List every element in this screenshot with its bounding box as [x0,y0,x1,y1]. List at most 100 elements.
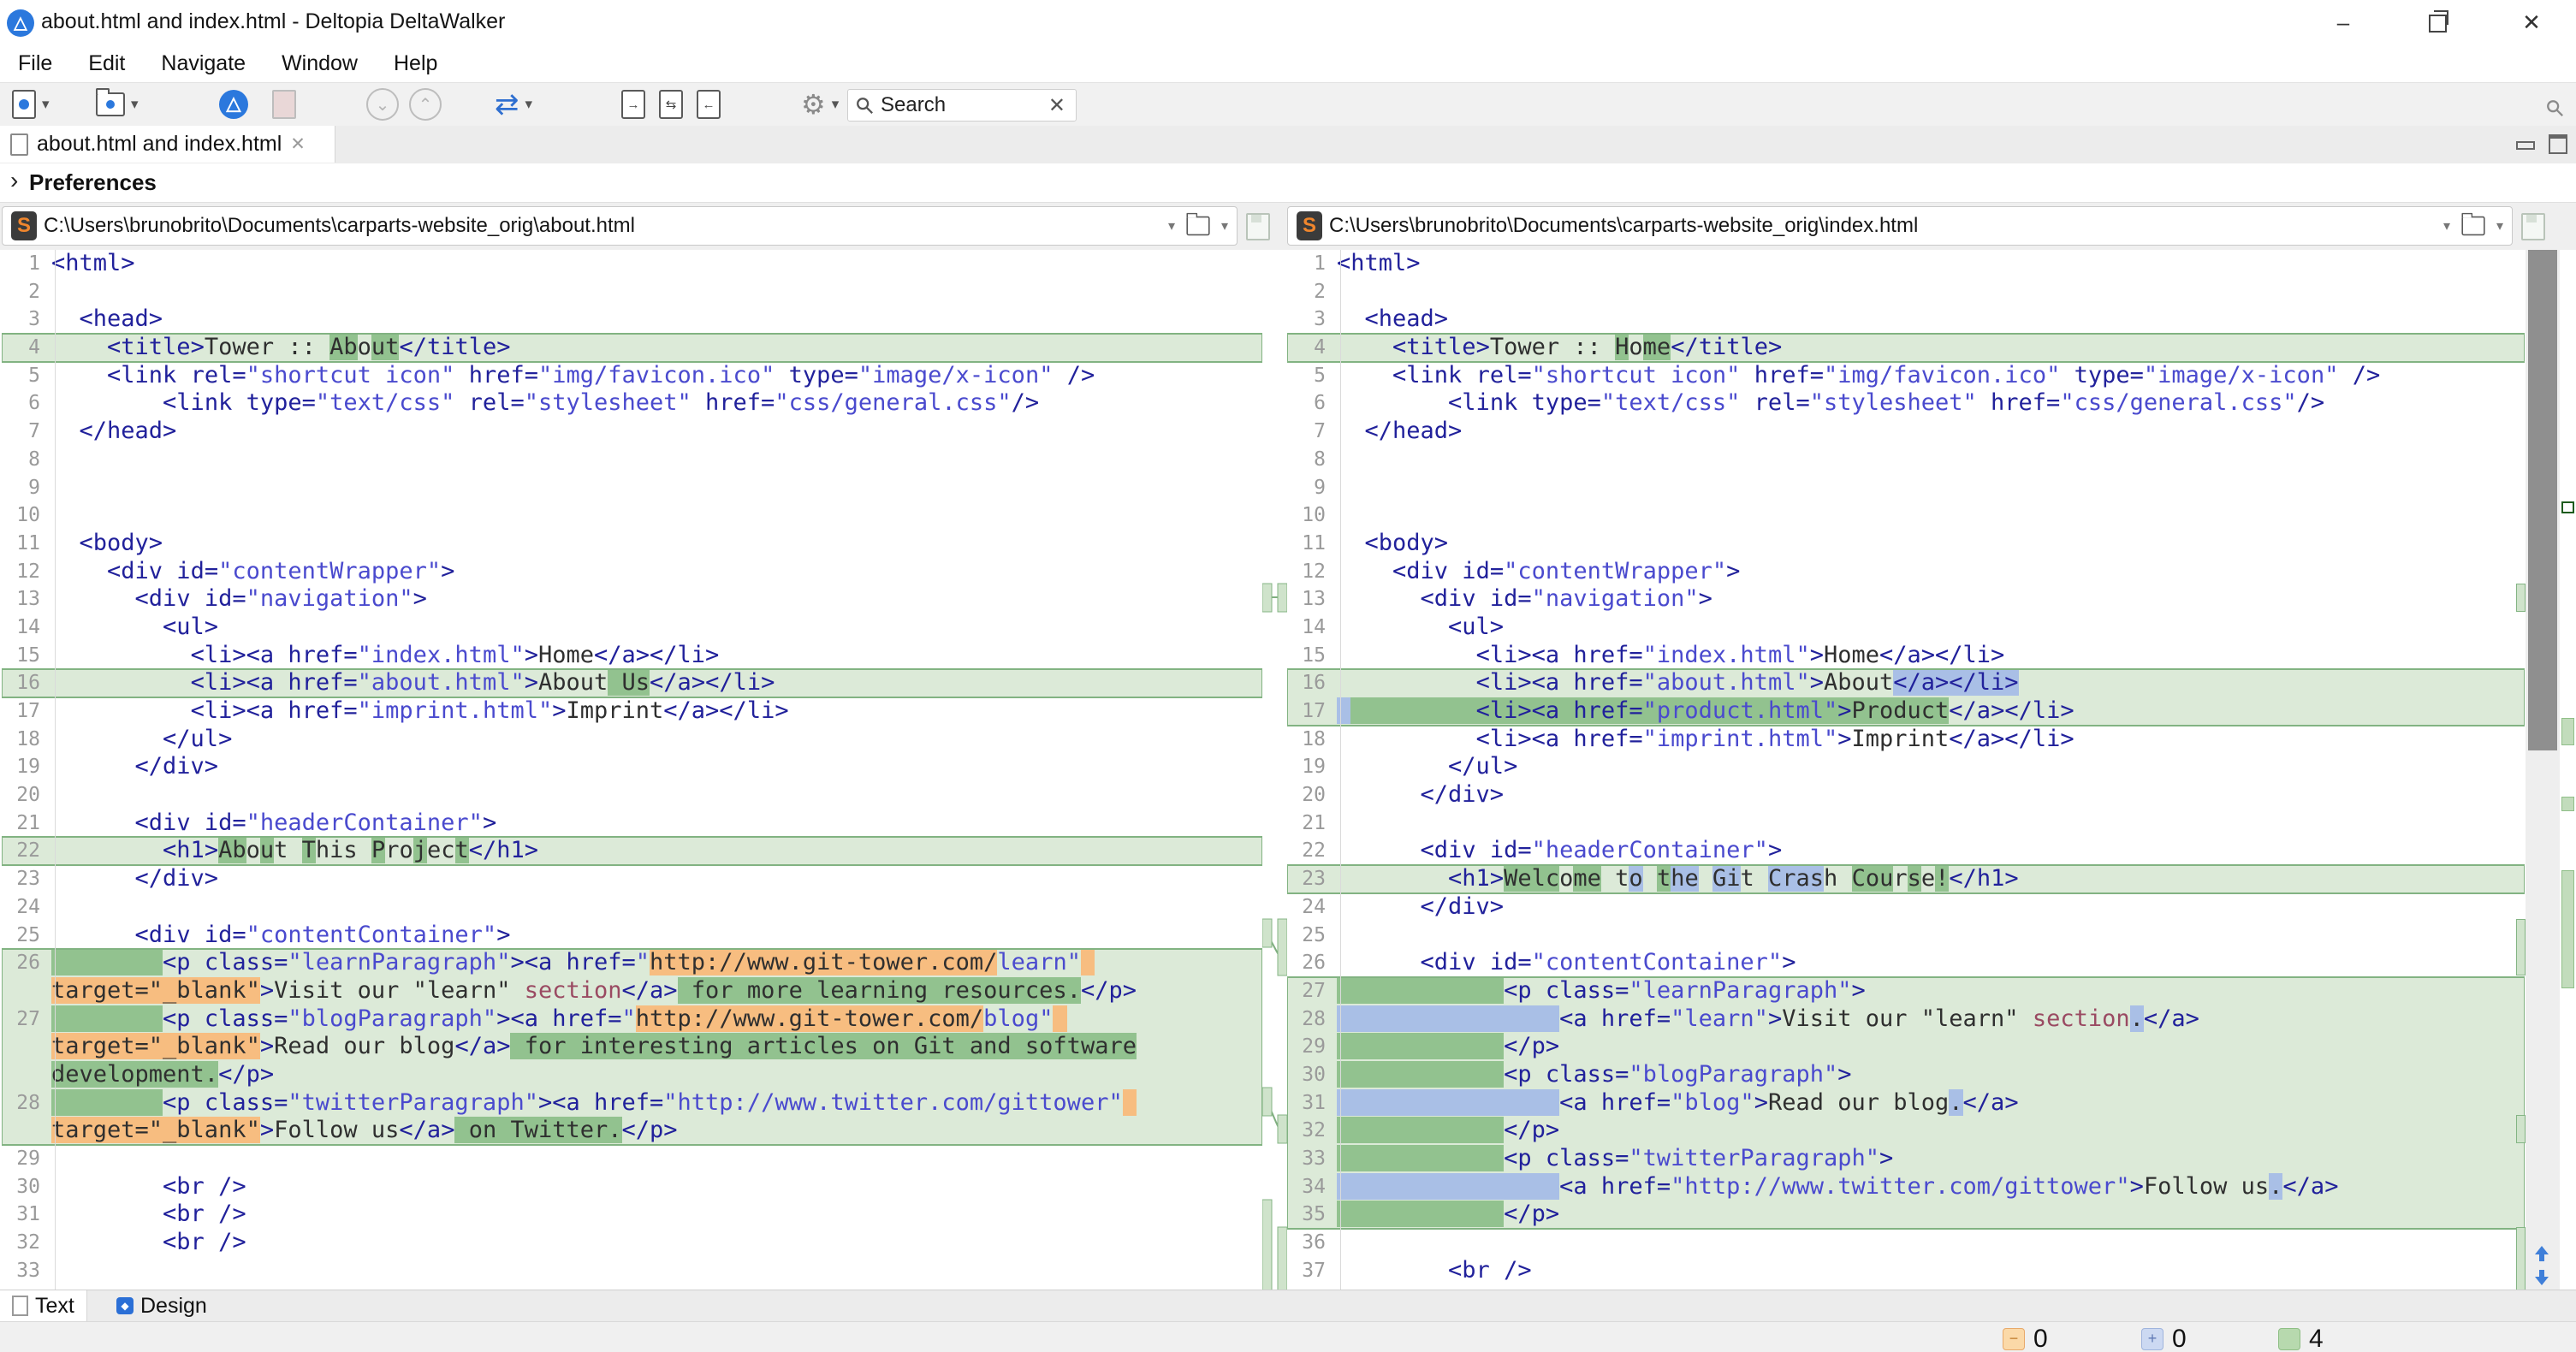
code-line[interactable]: 13 <div id="navigation"> [2,585,1262,614]
code-line[interactable]: 28 <a href="learn">Visit our "learn" sec… [1287,1005,2525,1034]
code-line[interactable]: 22 <h1>About This Project</h1> [2,837,1262,865]
left-file-header[interactable]: S C:\Users\brunobrito\Documents\carparts… [2,206,1238,246]
code-line[interactable]: 6 <link type="text/css" rel="stylesheet"… [1287,389,2525,418]
code-line[interactable]: 9 [2,474,1262,502]
overview-marker[interactable] [2561,718,2574,745]
change-block[interactable]: 27 <p class="learnParagraph">28 <a href=… [1287,977,2525,1229]
code-line[interactable]: 37 <br /> [1287,1257,2525,1285]
code-line[interactable]: target="_blank">Read our blog</a> for in… [2,1033,1262,1061]
code-line[interactable]: 26 <div id="contentContainer"> [1287,949,2525,977]
code-line[interactable]: 33 [2,1257,1262,1285]
code-line[interactable]: 18 </ul> [2,726,1262,754]
code-line[interactable]: 30 <p class="blogParagraph"> [1287,1061,2525,1089]
chevron-down-icon[interactable]: ▾ [1168,217,1175,234]
code-line[interactable]: 19 </div> [2,753,1262,781]
code-line[interactable]: 3 <head> [2,305,1262,334]
code-line[interactable]: 31 <br /> [2,1201,1262,1229]
preferences-label[interactable]: Preferences [29,169,157,196]
code-line[interactable]: 24 </div> [1287,893,2525,922]
code-line[interactable]: 2 [2,278,1262,306]
code-line[interactable]: 20 </div> [1287,781,2525,809]
code-line[interactable]: 5 <link rel="shortcut icon" href="img/fa… [2,362,1262,390]
merge-right-button[interactable]: → [621,88,645,121]
code-line[interactable]: 13 <div id="navigation"> [1287,585,2525,614]
code-line[interactable]: 14 <ul> [2,614,1262,642]
code-line[interactable]: target="_blank">Visit our "learn" sectio… [2,977,1262,1005]
menu-item-file[interactable]: File [0,44,70,83]
overview-marker[interactable] [2561,870,2574,988]
menu-item-navigate[interactable]: Navigate [143,44,264,83]
code-line[interactable]: 24 [2,893,1262,922]
code-line[interactable]: 10 [2,501,1262,530]
code-line[interactable]: 33 <p class="twitterParagraph"> [1287,1145,2525,1173]
code-line[interactable]: 8 [2,446,1262,474]
code-line[interactable]: 28 <p class="twitterParagraph"><a href="… [2,1089,1262,1118]
code-line[interactable]: 6 <link type="text/css" rel="stylesheet"… [2,389,1262,418]
code-line[interactable]: 2 [1287,278,2525,306]
code-line[interactable]: 32 </p> [1287,1117,2525,1145]
minimize-view-icon[interactable] [2516,141,2535,150]
code-line[interactable]: 4 <title>Tower :: Home</title> [1287,334,2525,362]
code-line[interactable]: 7 </head> [2,418,1262,446]
save-right-icon[interactable] [2521,213,2545,240]
tab-close-icon[interactable]: ✕ [290,133,306,155]
previous-change-button[interactable]: ⌃ [409,88,442,121]
code-line[interactable]: 25 <div id="contentContainer"> [2,922,1262,950]
code-line[interactable]: 22 <div id="headerContainer"> [1287,837,2525,865]
code-line[interactable]: 31 <a href="blog">Read our blog.</a> [1287,1089,2525,1118]
code-line[interactable]: 21 <div id="headerContainer"> [2,809,1262,838]
code-line[interactable]: 17 <li><a href="product.html">Product</a… [1287,697,2525,726]
code-line[interactable]: 17 <li><a href="imprint.html">Imprint</a… [2,697,1262,726]
code-line[interactable]: 12 <div id="contentWrapper"> [1287,558,2525,586]
chevron-down-icon[interactable]: ▾ [2496,217,2503,234]
tab-comparison[interactable]: about.html and index.html ✕ [0,126,335,163]
change-block[interactable]: 22 <h1>About This Project</h1> [2,837,1262,865]
browse-folder-icon[interactable] [1186,216,1209,235]
code-line[interactable]: 11 <body> [2,530,1262,558]
code-line[interactable]: 23 <h1>Welcome to the Git Crash Course!<… [1287,865,2525,893]
code-line[interactable]: 27 <p class="learnParagraph"> [1287,977,2525,1005]
compare-button[interactable]: △ [219,88,248,121]
code-line[interactable]: 34 <a href="http://www.twitter.com/gitto… [1287,1173,2525,1201]
clear-search-icon[interactable]: ✕ [1045,93,1069,118]
restore-button[interactable] [2410,5,2465,39]
code-line[interactable]: 21 [1287,809,2525,838]
change-block[interactable]: 16 <li><a href="about.html">About</a></l… [1287,669,2525,725]
change-block[interactable]: 26 <p class="learnParagraph"><a href="ht… [2,949,1262,1145]
code-line[interactable]: 7 </head> [1287,418,2525,446]
code-line[interactable]: 30 <br /> [2,1173,1262,1201]
code-line[interactable]: 5 <link rel="shortcut icon" href="img/fa… [1287,362,2525,390]
overview-marker[interactable] [2561,797,2574,811]
maximize-view-icon[interactable] [2549,134,2567,154]
next-change-button[interactable]: ⌄ [366,88,399,121]
code-line[interactable]: development.</p> [2,1061,1262,1089]
scrollbar-thumb[interactable] [2528,250,2557,750]
merge-both-button[interactable]: ⇆ [659,88,683,121]
open-folder-comparison-button[interactable]: ▾ [96,88,139,121]
code-line[interactable]: 25 [1287,922,2525,950]
code-line[interactable]: 8 [1287,446,2525,474]
change-marker[interactable] [2516,584,2526,612]
close-button[interactable]: ✕ [2504,5,2559,39]
browse-folder-icon[interactable] [2461,216,2484,235]
code-line[interactable]: 14 <ul> [1287,614,2525,642]
search-input[interactable]: Search ✕ [847,89,1077,122]
code-line[interactable]: 20 [2,781,1262,809]
code-line[interactable]: 16 <li><a href="about.html">About</a></l… [1287,669,2525,697]
settings-button[interactable]: ⚙▾ [801,88,839,121]
change-marker[interactable] [2516,1115,2526,1143]
code-line[interactable]: 10 [1287,501,2525,530]
code-line[interactable]: 27 <p class="blogParagraph"><a href="htt… [2,1005,1262,1034]
chevron-right-icon[interactable]: › [10,167,18,194]
code-line[interactable]: 1<html> [1287,250,2525,278]
menu-item-edit[interactable]: Edit [70,44,143,83]
code-line[interactable]: 12 <div id="contentWrapper"> [2,558,1262,586]
code-line[interactable]: 36 [1287,1229,2525,1257]
left-code-pane[interactable]: 1<html>23 <head>4 <title>Tower :: About<… [2,250,1262,1290]
code-line[interactable]: 32 <br /> [2,1229,1262,1257]
change-block[interactable]: 16 <li><a href="about.html">About Us</a>… [2,669,1262,697]
quick-search-button[interactable] [2545,92,2564,124]
swap-sides-button[interactable]: ⇄▾ [495,88,532,121]
tab-text-view[interactable]: Text [0,1290,87,1321]
change-marker[interactable] [2516,919,2526,975]
